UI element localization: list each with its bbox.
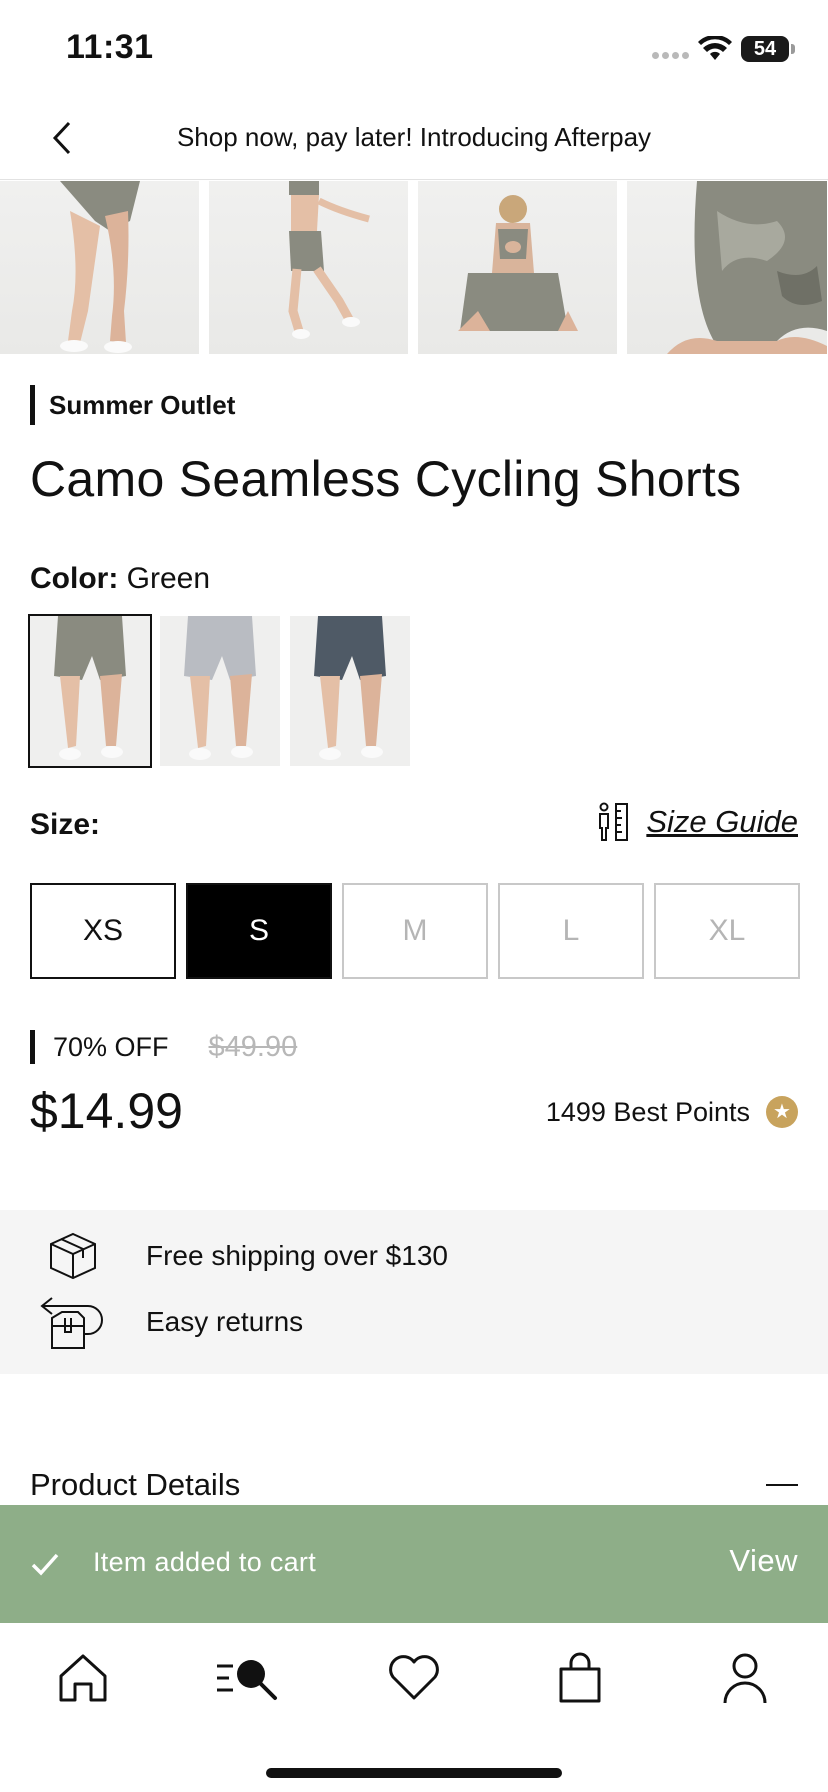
color-swatches	[28, 614, 410, 768]
size-options: XS S M L XL	[30, 883, 800, 979]
star-icon: ★	[766, 1096, 798, 1128]
reward-points-label: 1499 Best Points	[545, 1096, 750, 1127]
battery-icon: 54	[741, 36, 789, 62]
discount-label: 70% OFF	[53, 1031, 169, 1062]
size-option-xs[interactable]: XS	[30, 883, 176, 979]
perk-easy-returns: Easy returns	[0, 1292, 828, 1352]
tab-wishlist[interactable]	[369, 1633, 459, 1723]
ruler-figure-icon	[599, 802, 629, 841]
perk-text: Free shipping over $130	[146, 1240, 448, 1271]
swatch-dark-blue[interactable]	[290, 616, 410, 766]
size-guide-link[interactable]: Size Guide	[596, 802, 798, 842]
size-option-l[interactable]: L	[498, 883, 644, 979]
product-photo-back-icon	[458, 195, 578, 331]
discount-marker	[30, 1030, 35, 1064]
size-guide-label[interactable]: Size Guide	[646, 804, 798, 840]
swatch-light-grey-image	[184, 616, 256, 760]
added-to-cart-toast: Item added to cart View	[0, 1505, 828, 1623]
gallery-image[interactable]	[418, 181, 617, 354]
gallery-image[interactable]	[0, 181, 199, 354]
heart-icon	[389, 1655, 439, 1700]
swatch-dark-blue-image	[314, 616, 386, 760]
tab-search[interactable]	[203, 1633, 293, 1723]
gallery-image[interactable]	[209, 181, 408, 354]
color-label: Color: Green	[30, 562, 210, 596]
battery-nub	[791, 44, 795, 54]
toast-message: Item added to cart	[93, 1547, 317, 1577]
bag-icon	[559, 1652, 601, 1703]
perk-free-shipping: Free shipping over $130	[0, 1226, 828, 1286]
reward-points: 1499 Best Points ★	[546, 1096, 798, 1128]
original-price: $49.90	[208, 1030, 298, 1063]
color-value: Green	[126, 562, 211, 595]
wifi-icon	[698, 36, 732, 60]
status-bar: 11:31 54	[0, 0, 828, 96]
size-label: Size:	[30, 808, 101, 841]
box-icon	[38, 1226, 108, 1286]
profile-icon	[723, 1653, 767, 1704]
promo-banner-text[interactable]: Shop now, pay later! Introducing Afterpa…	[0, 122, 828, 153]
product-photo-closeup-icon	[667, 181, 827, 354]
status-time: 11:31	[66, 28, 154, 66]
tab-home[interactable]	[38, 1633, 128, 1723]
product-title: Camo Seamless Cycling Shorts	[30, 451, 742, 507]
return-box-icon	[38, 1292, 108, 1352]
size-option-xl[interactable]: XL	[654, 883, 800, 979]
top-nav: Shop now, pay later! Introducing Afterpa…	[0, 96, 828, 180]
product-photo-legs-icon	[60, 181, 140, 353]
bottom-tab-bar	[0, 1623, 828, 1733]
swatch-light-grey[interactable]	[160, 616, 280, 766]
perks-panel: Free shipping over $130 Easy returns	[0, 1210, 828, 1374]
tab-bag[interactable]	[535, 1633, 625, 1723]
tab-profile[interactable]	[700, 1633, 790, 1723]
swatch-green[interactable]	[28, 614, 152, 768]
home-indicator[interactable]	[266, 1768, 562, 1778]
perk-text: Easy returns	[146, 1306, 304, 1337]
color-label-key: Color:	[30, 562, 119, 595]
product-details-title: Product Details	[30, 1467, 241, 1502]
product-gallery[interactable]	[0, 181, 828, 354]
product-details-accordion[interactable]: Product Details	[30, 1460, 798, 1510]
collapse-icon[interactable]	[766, 1484, 798, 1486]
product-photo-jumping-icon	[288, 181, 370, 339]
size-option-s[interactable]: S	[186, 883, 332, 979]
signal-icon	[652, 52, 689, 59]
size-option-m[interactable]: M	[342, 883, 488, 979]
current-price: $14.99	[30, 1083, 183, 1139]
discount-row: 70% OFF $49.90	[30, 1030, 297, 1064]
swatch-green-image	[54, 616, 126, 760]
search-menu-icon	[217, 1660, 278, 1700]
gallery-image[interactable]	[627, 181, 827, 354]
category-label: Summer Outlet	[30, 385, 235, 425]
check-icon	[31, 1553, 59, 1576]
toast-view-button[interactable]: View	[729, 1543, 798, 1579]
home-icon	[59, 1654, 107, 1702]
